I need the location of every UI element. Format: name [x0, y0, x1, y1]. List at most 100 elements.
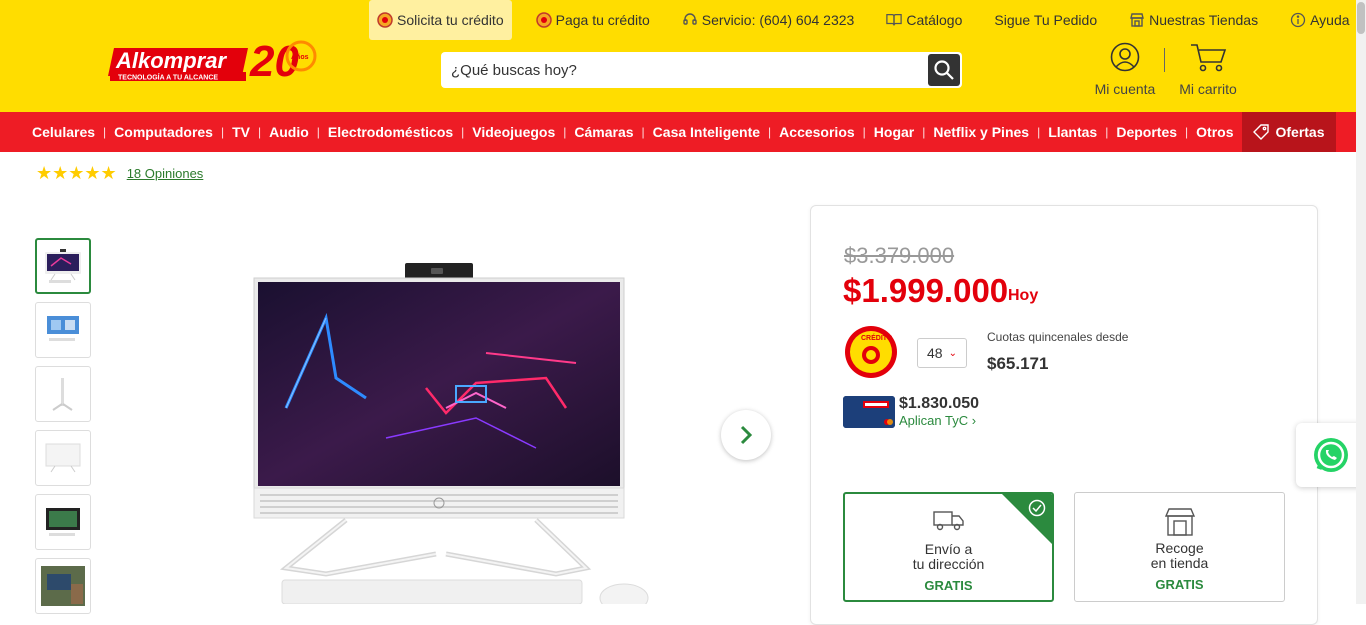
logo-text: Alkomprar [115, 48, 227, 73]
catalog-icon [886, 12, 903, 28]
headset-icon [682, 12, 698, 28]
thumbnail[interactable] [35, 558, 91, 614]
top-link-help[interactable]: Ayuda [1282, 0, 1357, 40]
nav-separator: | [862, 125, 866, 139]
pay-coin-icon [535, 12, 552, 28]
bank-card-price: $1.830.050 [899, 395, 980, 412]
nav-item-hogar[interactable]: Hogar [866, 112, 922, 152]
nav-separator: | [768, 125, 772, 139]
chevron-right-icon: › [971, 413, 977, 428]
nav-separator: | [316, 125, 320, 139]
account-button[interactable]: Mi cuenta [1093, 42, 1157, 97]
top-link-label: Catálogo [906, 12, 963, 28]
top-link-label: Sigue Tu Pedido [994, 12, 1098, 28]
delivery-option-home[interactable]: Envío a tu dirección GRATIS [843, 492, 1054, 602]
chevron-down-icon: ⌄ [948, 347, 957, 359]
nav-item-celulares[interactable]: Celulares [24, 112, 103, 152]
top-link-pay[interactable]: Paga tu crédito [528, 0, 658, 40]
scrollbar-thumb[interactable] [1357, 2, 1365, 34]
nav-separator: | [220, 125, 225, 139]
top-link-credit[interactable]: Solicita tu crédito [369, 0, 512, 40]
whatsapp-icon [1314, 438, 1348, 472]
offers-label: Ofertas [1275, 124, 1325, 140]
nav-item-tv[interactable]: TV [224, 112, 258, 152]
top-link-label: Solicita tu crédito [397, 12, 504, 28]
nav-separator: | [461, 125, 465, 139]
nav-separator: | [1105, 125, 1109, 139]
top-link-label: Nuestras Tiendas [1149, 12, 1259, 28]
credit-coin-icon [377, 12, 393, 28]
reviews-link[interactable]: 18 Opiniones [127, 166, 204, 181]
nav-item-videojuegos[interactable]: Videojuegos [464, 112, 563, 152]
offers-button[interactable]: Ofertas [1242, 112, 1336, 152]
nav-separator: | [1185, 125, 1189, 139]
search-button[interactable] [928, 54, 960, 86]
rating-stars: ★★★★★ [36, 163, 117, 183]
store-icon [1129, 12, 1145, 28]
delivery-option-store[interactable]: Recoge en tienda GRATIS [1074, 492, 1285, 602]
nav-item-netflix-y-pines[interactable]: Netflix y Pines [925, 112, 1037, 152]
top-link-stores[interactable]: Nuestras Tiendas [1121, 0, 1266, 40]
cart-icon [1191, 44, 1227, 72]
nav-item-llantas[interactable]: Llantas [1040, 112, 1105, 152]
nav-separator: | [641, 125, 645, 139]
truck-icon [932, 511, 964, 531]
thumbnail[interactable] [35, 238, 91, 294]
store-icon [1164, 508, 1195, 536]
category-list: Celulares | Computadores | TV | Audio | Electrod… [24, 112, 1241, 152]
nav-separator: | [922, 125, 926, 139]
thumbnail-list [35, 238, 91, 622]
page-scrollbar[interactable] [1356, 0, 1366, 604]
info-icon [1290, 12, 1306, 28]
top-link-track-order[interactable]: Sigue Tu Pedido [986, 0, 1105, 40]
thumbnail[interactable] [35, 494, 91, 550]
delivery-title: Recoge en tienda [1150, 540, 1209, 571]
nav-item-deportes[interactable]: Deportes [1108, 112, 1185, 152]
top-link-catalog[interactable]: Catálogo [878, 0, 970, 40]
chevron-right-icon [740, 425, 753, 445]
logo-years-label: Años [291, 54, 309, 61]
thumbnail[interactable] [35, 366, 91, 422]
search-input[interactable] [441, 61, 921, 79]
installment-amount: $65.171 [987, 354, 1049, 373]
delivery-price: GRATIS [924, 578, 973, 593]
nav-item-otros[interactable]: Otros [1188, 112, 1241, 152]
category-nav: Celulares | Computadores | TV | Audio | Electrod… [0, 112, 1366, 152]
product-main-image [253, 263, 649, 604]
gallery-next-button[interactable] [721, 410, 771, 460]
nav-separator: | [1037, 125, 1041, 139]
top-links: Solicita tu crédito Paga tu crédito Serv… [369, 0, 1366, 40]
thumbnail[interactable] [35, 302, 91, 358]
tag-icon [1253, 124, 1270, 140]
nav-item-audio[interactable]: Audio [261, 112, 317, 152]
nav-separator: | [563, 125, 567, 139]
account-label: Mi cuenta [1094, 81, 1156, 97]
top-link-label: Ayuda [1310, 12, 1350, 28]
cart-button[interactable]: Mi carrito [1176, 42, 1240, 97]
svg-text:CRÉDITO: CRÉDITO [861, 333, 893, 342]
nav-separator: | [103, 125, 107, 139]
credit-brand-logo: CRÉDITO [845, 326, 897, 378]
nav-item-casa-inteligente[interactable]: Casa Inteligente [645, 112, 768, 152]
installments-label: Cuotas quincenales desde [987, 330, 1129, 344]
alkomprar-logo[interactable]: Alkomprar TECNOLOGÍA A TU ALCANCE 20 Año… [108, 28, 322, 84]
top-link-label: Servicio: (604) 604 2323 [701, 12, 855, 28]
terms-label: Aplican TyC [899, 413, 969, 428]
nav-item-electrodom-sticos[interactable]: Electrodomésticos [320, 112, 461, 152]
header-divider [1164, 48, 1165, 72]
top-link-service[interactable]: Servicio: (604) 604 2323 [674, 0, 863, 40]
terms-link[interactable]: Aplican TyC › [899, 413, 976, 428]
thumbnail[interactable] [35, 430, 91, 486]
search-bar [441, 52, 962, 88]
search-icon [934, 60, 954, 80]
top-link-label: Paga tu crédito [555, 12, 650, 28]
current-price: $1.999.000 [843, 272, 1009, 309]
installments-select[interactable]: 48 ⌄ [917, 338, 967, 368]
nav-item-computadores[interactable]: Computadores [106, 112, 221, 152]
bank-card-icon [843, 396, 895, 428]
nav-separator: | [257, 125, 262, 139]
check-circle-icon [1028, 499, 1046, 517]
nav-item-accesorios[interactable]: Accesorios [771, 112, 862, 152]
installments-value: 48 [927, 345, 943, 361]
nav-item-c-maras[interactable]: Cámaras [566, 112, 641, 152]
